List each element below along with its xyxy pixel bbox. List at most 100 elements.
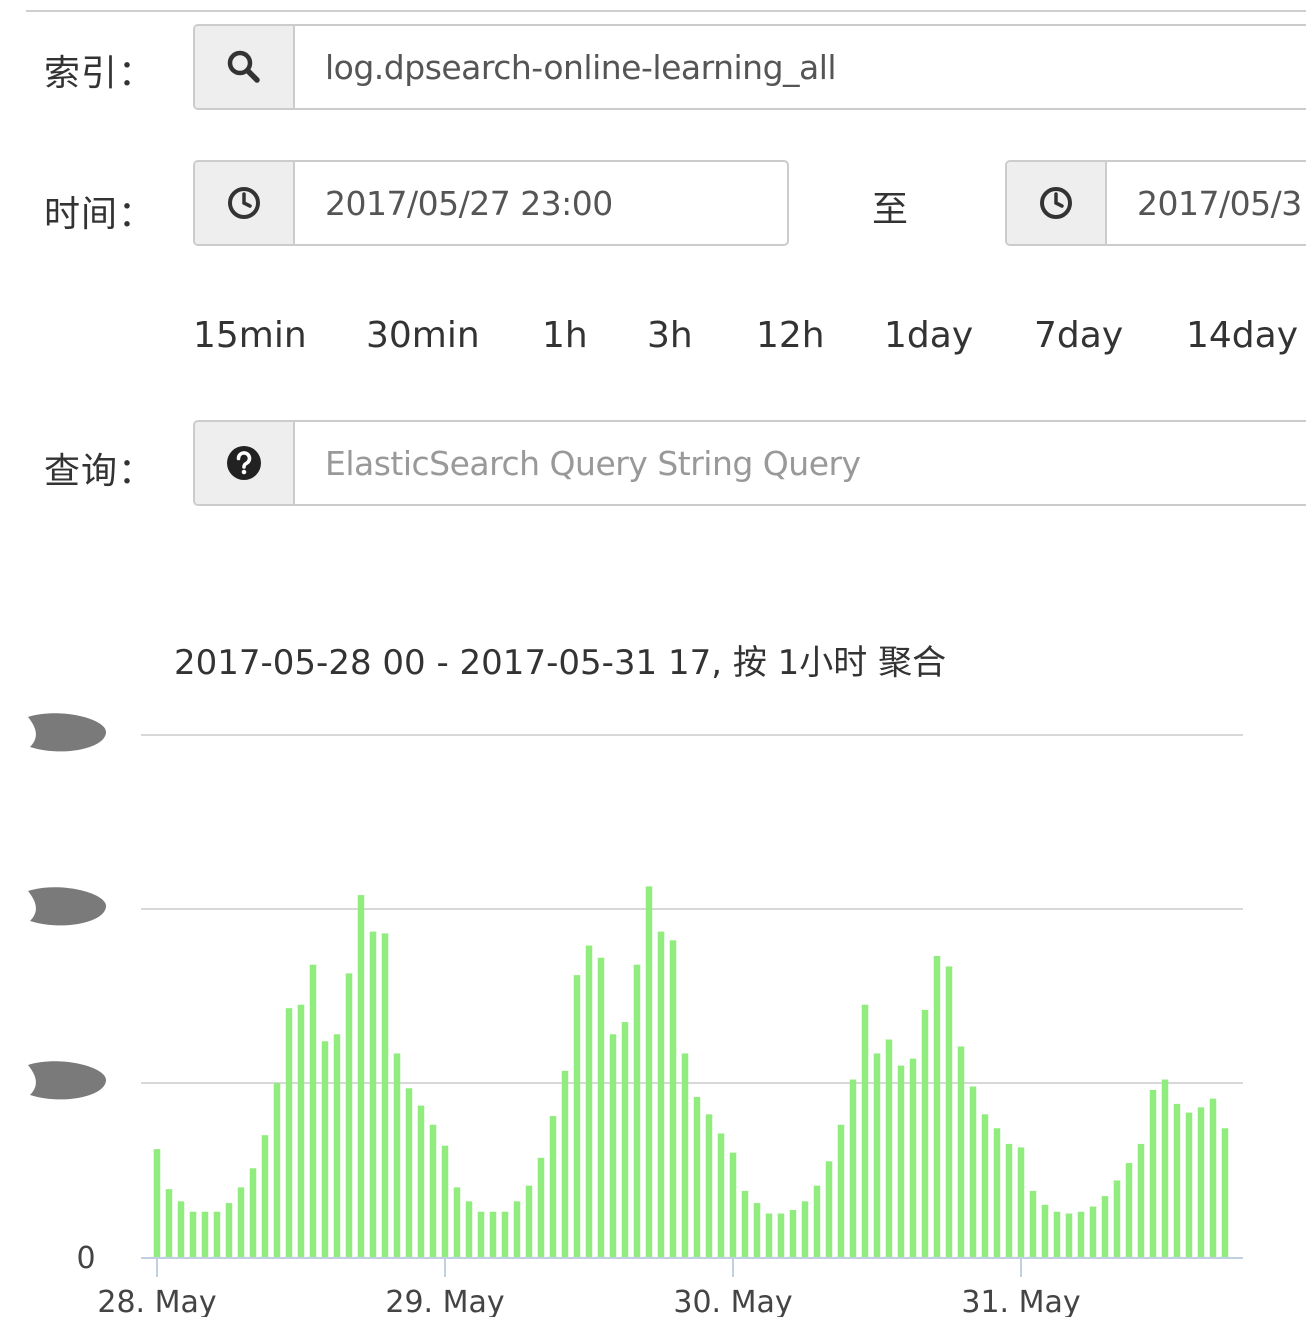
quick-range-12h[interactable]: 12h xyxy=(756,315,825,356)
chart-bar xyxy=(333,1034,341,1257)
chart-bar xyxy=(981,1114,989,1257)
chart-bar xyxy=(849,1079,857,1257)
top-divider xyxy=(26,10,1306,12)
chart-bars xyxy=(153,886,1229,1257)
chart-bar xyxy=(1005,1143,1013,1257)
chart-title: 2017-05-28 00 - 2017-05-31 17, 按 1小时 聚合 xyxy=(174,643,946,683)
chart-bar xyxy=(489,1211,497,1257)
chart-bar xyxy=(873,1053,881,1257)
chart-bar xyxy=(189,1211,197,1257)
chart-bar xyxy=(477,1211,485,1257)
chart-bar xyxy=(1101,1196,1109,1257)
chart-bar xyxy=(861,1004,869,1257)
obscured-y-axis-labels xyxy=(28,713,107,1100)
chart-bar xyxy=(429,1124,437,1257)
clock-icon xyxy=(1040,187,1072,219)
start-time-input[interactable]: 2017/05/27 23:00 xyxy=(295,162,787,244)
query-input-group: ElasticSearch Query String Query xyxy=(193,420,1306,506)
quick-range-15min[interactable]: 15min xyxy=(193,315,307,356)
chart-bar xyxy=(381,933,389,1257)
quick-range-30min[interactable]: 30min xyxy=(366,315,480,356)
quick-range-1day[interactable]: 1day xyxy=(884,315,973,356)
start-time-addon[interactable] xyxy=(195,162,295,244)
end-time-input[interactable]: 2017/05/3 xyxy=(1107,162,1306,244)
chart-bar xyxy=(417,1105,425,1257)
chart-bar xyxy=(357,895,365,1257)
obscured-y-tick-label xyxy=(28,887,107,926)
chart-bar xyxy=(741,1190,749,1257)
chart-x-axis: 28. May 29. May 30. May 31. May xyxy=(97,1257,1243,1317)
index-input[interactable]: log.dpsearch-online-learning_all xyxy=(295,26,1306,108)
histogram-chart: 2017-05-28 00 - 2017-05-31 17, 按 1小时 聚合 … xyxy=(28,643,1243,1317)
chart-bar xyxy=(441,1145,449,1257)
chart-bar xyxy=(681,1053,689,1257)
query-input[interactable]: ElasticSearch Query String Query xyxy=(295,422,1306,504)
chart-bar xyxy=(273,1083,281,1257)
chart-bar xyxy=(777,1213,785,1257)
chart-bar xyxy=(813,1185,821,1257)
chart-bar xyxy=(165,1189,173,1257)
chart-bar xyxy=(1077,1211,1085,1257)
chart-bar xyxy=(909,1058,917,1257)
chart-bar xyxy=(657,931,665,1257)
obscured-y-tick-label xyxy=(28,1061,107,1100)
index-input-group: log.dpsearch-online-learning_all xyxy=(193,24,1306,110)
chart-bar xyxy=(969,1086,977,1257)
chart-gridlines xyxy=(141,734,1243,1084)
chart-bar xyxy=(717,1133,725,1257)
chart-bar xyxy=(1113,1180,1121,1257)
chart-bar xyxy=(1197,1107,1205,1257)
chart-bar xyxy=(465,1201,473,1257)
query-addon[interactable] xyxy=(195,422,295,504)
chart-bar xyxy=(957,1046,965,1257)
end-time-group: 2017/05/3 xyxy=(1005,160,1306,246)
chart-bar xyxy=(453,1187,461,1257)
chart-bar xyxy=(573,975,581,1257)
chart-bar xyxy=(993,1128,1001,1257)
start-time-group: 2017/05/27 23:00 xyxy=(193,160,789,246)
x-tick-label: 30. May xyxy=(673,1285,792,1317)
quick-range-bar: 15min 30min 1h 3h 12h 1day 7day 14day xyxy=(0,315,1306,375)
chart-bar xyxy=(765,1213,773,1257)
x-tick-label: 28. May xyxy=(97,1285,216,1317)
chart-y-axis: 0 xyxy=(76,1241,95,1276)
chart-bar xyxy=(1041,1204,1049,1257)
chart-bar xyxy=(753,1203,761,1257)
quick-range-3h[interactable]: 3h xyxy=(647,315,693,356)
x-tick-label: 31. May xyxy=(961,1285,1080,1317)
quick-range-7day[interactable]: 7day xyxy=(1034,315,1123,356)
chart-bar xyxy=(789,1210,797,1257)
chart-bar xyxy=(1161,1079,1169,1257)
chart-bar xyxy=(1125,1163,1133,1257)
chart-bar xyxy=(285,1008,293,1257)
chart-bar xyxy=(1221,1128,1229,1257)
chart-bar xyxy=(633,964,641,1257)
chart-bar xyxy=(1017,1147,1025,1257)
chart-bar xyxy=(585,945,593,1257)
chart-bar xyxy=(393,1053,401,1257)
end-time-addon[interactable] xyxy=(1007,162,1107,244)
quick-range-1h[interactable]: 1h xyxy=(542,315,588,356)
chart-bar xyxy=(885,1039,893,1257)
index-addon[interactable] xyxy=(195,26,295,108)
chart-bar xyxy=(669,940,677,1257)
chart-bar xyxy=(621,1022,629,1257)
chart-bar xyxy=(897,1065,905,1257)
chart-bar xyxy=(1065,1213,1073,1257)
chart-bar xyxy=(177,1201,185,1257)
chart-bar xyxy=(1149,1089,1157,1257)
chart-bar xyxy=(825,1161,833,1257)
search-icon xyxy=(227,50,260,83)
chart-bar xyxy=(597,957,605,1257)
quick-range-14day[interactable]: 14day xyxy=(1186,315,1298,356)
chart-bar xyxy=(1137,1143,1145,1257)
chart-bar xyxy=(645,886,653,1257)
chart-bar xyxy=(153,1149,161,1257)
chart-bar xyxy=(225,1203,233,1257)
chart-bar xyxy=(309,964,317,1257)
time-range-separator: 至 xyxy=(872,189,909,230)
chart-bar xyxy=(705,1114,713,1257)
chart-bar xyxy=(1185,1112,1193,1257)
x-tick-label: 29. May xyxy=(385,1285,504,1317)
chart-bar xyxy=(933,955,941,1257)
